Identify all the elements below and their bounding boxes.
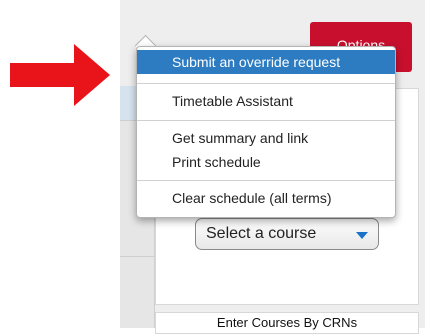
options-dropdown-menu: Submit an override request Timetable Ass… [136, 46, 396, 218]
menu-item-clear-schedule[interactable]: Clear schedule (all terms) [137, 186, 395, 210]
enter-crns-link[interactable]: Enter Courses By CRNs [155, 312, 419, 334]
menu-separator [137, 120, 395, 121]
side-panel-divider [120, 256, 154, 257]
course-select[interactable]: Select a course [195, 218, 379, 250]
menu-separator [137, 83, 395, 84]
red-arrow-icon [10, 44, 110, 106]
menu-item-submit-override[interactable]: Submit an override request [137, 50, 395, 74]
menu-item-timetable-assistant[interactable]: Timetable Assistant [137, 89, 395, 113]
course-select-value: Select a course [206, 225, 317, 242]
menu-item-print-schedule[interactable]: Print schedule [137, 150, 395, 174]
menu-separator [137, 180, 395, 181]
menu-item-get-summary[interactable]: Get summary and link [137, 126, 395, 150]
chevron-down-icon [356, 232, 368, 239]
